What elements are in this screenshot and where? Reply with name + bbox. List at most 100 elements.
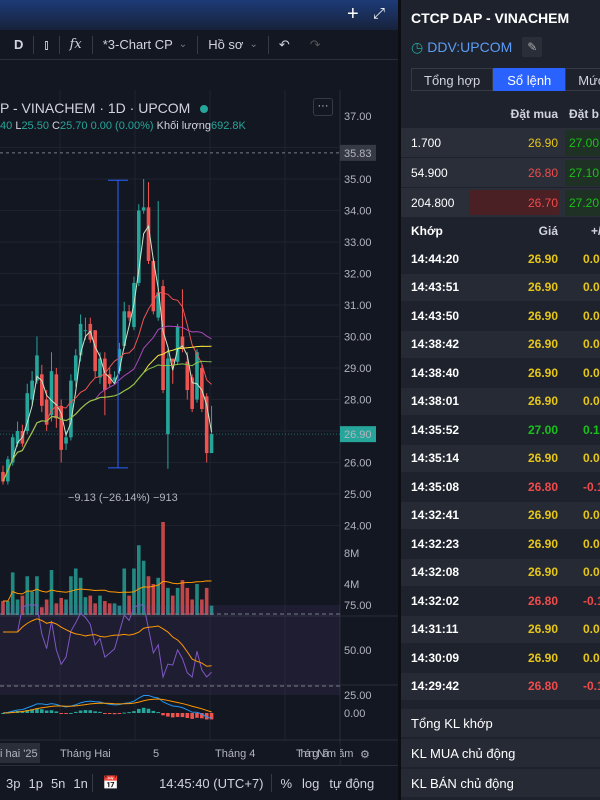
- fullscreen-icon[interactable]: ⤢: [373, 5, 385, 22]
- candle: [69, 380, 73, 438]
- book-row[interactable]: 204.800 26.70 27.20: [401, 188, 600, 217]
- macd-histogram-bar: [141, 707, 146, 713]
- book-row[interactable]: 1.700 26.90 27.00: [401, 128, 600, 157]
- macd-histogram-bar: [69, 712, 73, 714]
- summary-label: KL MUA chủ động: [411, 745, 516, 761]
- trade-change: -0.1: [583, 679, 600, 693]
- low-value: 25.50: [21, 120, 49, 132]
- close-value: 25.70: [59, 120, 88, 132]
- candle: [209, 434, 214, 454]
- macd-histogram-bar: [156, 712, 160, 714]
- trade-price: 26.90: [527, 337, 558, 351]
- summary-label: Tổng KL khớp: [411, 715, 493, 731]
- chart-top-bar: + ⤢: [0, 0, 398, 30]
- trade-price: 26.90: [527, 251, 558, 266]
- indicators-icon[interactable]: fx: [60, 37, 92, 52]
- macd-histogram-bar: [170, 713, 175, 718]
- bid-volume: 1.700: [411, 135, 442, 150]
- range-1p[interactable]: 1p: [24, 776, 46, 791]
- trade-time: 14:44:20: [411, 251, 460, 266]
- macd-histogram-bar: [103, 713, 107, 714]
- symbol-label[interactable]: DDV:UPCOM: [427, 39, 512, 55]
- trade-price: 26.90: [527, 394, 558, 408]
- macd-histogram-bar: [137, 708, 141, 713]
- candle: [161, 286, 165, 391]
- macd-histogram-bar: [166, 713, 170, 717]
- price-tick: 26.00: [344, 458, 372, 470]
- trade-price: 27.00: [527, 422, 558, 437]
- trade-change: -0.1: [583, 479, 600, 494]
- time-tick: 5: [153, 748, 159, 760]
- ma-line: [2, 325, 212, 482]
- goto-date-icon[interactable]: 📅: [93, 775, 129, 791]
- price-chart[interactable]: 37.00 35.00 34.00 33.00 32.00 31.00 30.00 29.00…: [0, 60, 398, 765]
- layout-dropdown[interactable]: *3-Chart CP ⌄: [93, 37, 197, 52]
- trade-time: 14:30:09: [411, 650, 460, 665]
- trade-row: 14:43:51 26.90 0.0: [401, 273, 600, 301]
- range-5n[interactable]: 5n: [47, 776, 69, 791]
- add-icon[interactable]: +: [347, 3, 359, 26]
- undo-icon[interactable]: ↶: [269, 37, 300, 53]
- macd-histogram-bar: [117, 713, 122, 714]
- trade-time: 14:43:50: [411, 308, 460, 323]
- trade-row: 14:44:20 26.90 0.0: [401, 245, 600, 272]
- price-tick: 34.00: [344, 206, 372, 218]
- bid-price: 26.90: [527, 135, 558, 150]
- more-options-button[interactable]: ···: [313, 98, 333, 116]
- macd-line: [2, 694, 212, 719]
- settings-icon[interactable]: ⚙: [360, 749, 370, 761]
- macd-histogram-bar: [161, 713, 165, 716]
- trade-price: 26.80: [527, 593, 558, 608]
- trade-time: 14:32:02: [411, 593, 460, 608]
- tab-so-lenh[interactable]: Sổ lệnh: [493, 68, 566, 91]
- macd-histogram-bar: [40, 709, 44, 713]
- redo-icon[interactable]: ↷: [300, 37, 331, 53]
- range-1n[interactable]: 1n: [69, 776, 91, 791]
- trade-change: 0.0: [583, 308, 600, 323]
- rsi-band: [0, 605, 340, 695]
- macd-histogram-bar: [107, 713, 112, 714]
- trade-change: 0.0: [583, 280, 600, 294]
- trade-time: 14:43:51: [411, 280, 460, 294]
- price-tick: 28.00: [344, 395, 372, 407]
- auto-toggle[interactable]: tự động: [324, 776, 379, 791]
- log-toggle[interactable]: log: [297, 776, 324, 791]
- chart-toolbar: D ⫾ fx *3-Chart CP ⌄ Hồ sơ ⌄ ↶ ↷: [0, 30, 398, 60]
- candle: [93, 330, 97, 372]
- price-tick: 24.00: [344, 521, 372, 533]
- trade-time: 14:38:40: [411, 365, 460, 380]
- trade-change: 0.0: [583, 508, 600, 522]
- trade-row: 14:32:23 26.90 0.0: [401, 530, 600, 557]
- trade-change: 0.0: [583, 622, 600, 636]
- candle-type-icon[interactable]: ⫾: [34, 37, 58, 53]
- tab-muc[interactable]: Mức: [565, 68, 600, 91]
- chevron-down-icon: ⌄: [178, 39, 188, 50]
- trade-change: 0.0: [583, 451, 600, 465]
- candle: [83, 330, 88, 332]
- interval-button[interactable]: D: [0, 37, 33, 52]
- range-3p[interactable]: 3p: [0, 776, 24, 791]
- trade-time: 14:35:14: [411, 451, 460, 465]
- percent-toggle[interactable]: %: [272, 776, 297, 791]
- profile-dropdown[interactable]: Hồ sơ ⌄: [198, 37, 268, 52]
- open-value: 40: [0, 120, 13, 132]
- trade-change: 0.0: [583, 251, 600, 266]
- macd-histogram-bar: [190, 713, 194, 719]
- macd-histogram-bar: [59, 713, 63, 714]
- chart-title-text: P - VINACHEM · 1D · UPCOM: [0, 100, 191, 116]
- volume-label: Khối lượng: [156, 120, 211, 132]
- volume-ma-line: [3, 580, 212, 602]
- candle: [170, 358, 175, 362]
- trade-change: 0.1: [583, 422, 600, 437]
- price-tick: 32.00: [344, 269, 372, 281]
- book-row[interactable]: 54.900 26.80 27.10: [401, 158, 600, 187]
- tab-tong-hop[interactable]: Tổng hợp: [411, 68, 494, 91]
- edit-icon[interactable]: ✎: [522, 37, 543, 57]
- ma-line: [2, 291, 212, 482]
- trade-row: 14:35:52 27.00 0.1: [401, 416, 600, 443]
- price-tick: 35.00: [344, 174, 372, 186]
- book-header: Đặt mua Đặt b: [401, 102, 600, 126]
- trade-row: 14:38:01 26.90 0.0: [401, 387, 600, 415]
- candle: [1, 471, 5, 482]
- time-tick: i hai '25: [0, 748, 38, 760]
